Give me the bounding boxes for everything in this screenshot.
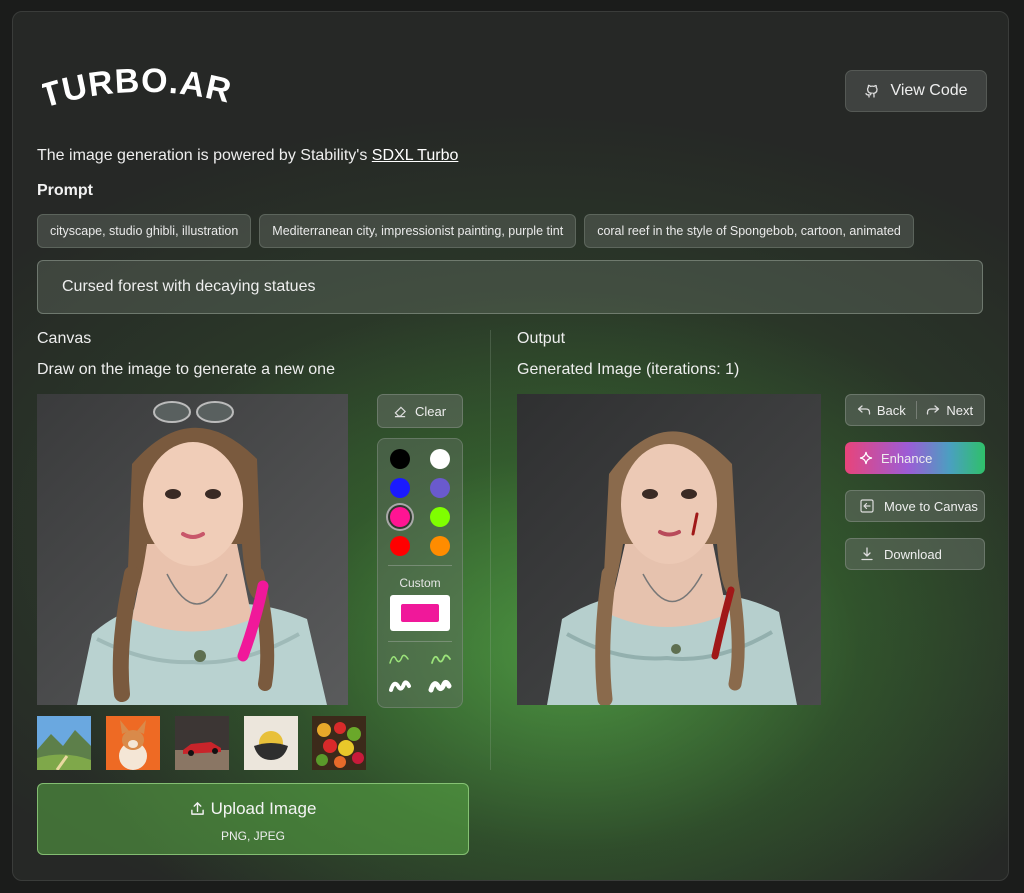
download-icon	[860, 547, 874, 561]
sample-thumbnail-fruit[interactable]	[312, 716, 366, 770]
upload-formats: PNG, JPEG	[220, 829, 285, 843]
svg-text:TURBO.ART: TURBO.ART	[42, 64, 235, 116]
palette-divider	[388, 641, 452, 642]
next-label: Next	[946, 402, 974, 418]
prompt-label: Prompt	[37, 182, 93, 199]
enhance-button[interactable]: Enhance	[845, 442, 985, 474]
color-swatch-white[interactable]	[430, 449, 450, 469]
thin-brush-icon[interactable]	[388, 651, 410, 672]
sample-thumbnail-landscape[interactable]	[37, 716, 91, 770]
sdxl-turbo-link[interactable]: SDXL Turbo	[372, 147, 459, 164]
thick-brush-icon[interactable]	[388, 677, 412, 700]
color-swatch-lime[interactable]	[430, 507, 450, 527]
prompt-suggestion-chip[interactable]: Mediterranean city, impressionist painti…	[259, 214, 577, 248]
color-swatch-slate[interactable]	[430, 478, 450, 498]
back-button[interactable]: Back	[857, 403, 906, 418]
thin-brush-alt-icon[interactable]	[430, 651, 452, 672]
sparkle-icon	[859, 451, 873, 465]
sample-thumbnail-abstract-sun[interactable]	[244, 716, 298, 770]
view-code-button[interactable]: View Code	[845, 70, 987, 112]
undo-icon	[857, 404, 871, 416]
redo-icon	[926, 404, 940, 416]
download-label: Download	[884, 546, 942, 562]
prompt-suggestions: cityscape, studio ghibli, illustration M…	[37, 214, 914, 248]
github-icon	[864, 83, 880, 99]
back-next-separator	[915, 401, 917, 419]
upload-icon	[190, 801, 205, 816]
canvas-title: Canvas	[37, 330, 92, 347]
generated-image	[517, 394, 821, 705]
custom-color-preview	[401, 604, 439, 622]
move-to-canvas-label: Move to Canvas	[884, 498, 978, 514]
view-code-label: View Code	[890, 82, 968, 99]
color-swatch-black[interactable]	[390, 449, 410, 469]
download-button[interactable]: Download	[845, 538, 985, 570]
prompt-suggestion-chip[interactable]: coral reef in the style of Spongebob, ca…	[584, 214, 914, 248]
move-to-canvas-icon	[860, 499, 874, 513]
powered-by-prefix: The image generation is powered by Stabi…	[37, 147, 372, 164]
drawing-canvas[interactable]	[37, 394, 348, 705]
clear-label: Clear	[414, 403, 447, 419]
color-swatch-blue[interactable]	[390, 478, 410, 498]
prompt-suggestion-chip[interactable]: cityscape, studio ghibli, illustration	[37, 214, 252, 248]
powered-by-text: The image generation is powered by Stabi…	[37, 147, 458, 165]
thick-brush-alt-icon[interactable]	[428, 677, 452, 700]
palette-divider	[388, 565, 452, 566]
output-title: Output	[517, 330, 566, 347]
color-swatch-orange[interactable]	[430, 536, 450, 556]
sample-thumbnail-dog[interactable]	[106, 716, 160, 770]
canvas-subtitle: Draw on the image to generate a new one	[37, 361, 335, 378]
back-label: Back	[876, 402, 906, 418]
next-button[interactable]: Next	[926, 403, 973, 418]
move-to-canvas-button[interactable]: Move to Canvas	[845, 490, 985, 522]
upload-image-button[interactable]: Upload Image PNG, JPEG	[37, 783, 469, 855]
app-window: TURBO.ART View Code The image generation…	[12, 11, 1009, 881]
column-divider	[490, 330, 491, 770]
upload-main: Upload Image	[38, 799, 468, 819]
color-swatch-red[interactable]	[390, 536, 410, 556]
eraser-icon	[394, 405, 407, 418]
clear-button[interactable]: Clear	[377, 394, 463, 428]
prompt-input[interactable]: Cursed forest with decaying statues	[37, 260, 983, 314]
output-subtitle: Generated Image (iterations: 1)	[517, 361, 740, 378]
color-swatch-pink[interactable]	[390, 507, 410, 527]
sample-thumbnail-car[interactable]	[175, 716, 229, 770]
turbo-art-logo: TURBO.ART	[42, 64, 242, 120]
upload-label: Upload Image	[210, 799, 317, 818]
history-navigation: Back Next	[845, 394, 985, 426]
custom-color-picker[interactable]	[390, 595, 450, 631]
custom-color-label: Custom	[399, 576, 441, 590]
color-palette: Custom	[377, 438, 463, 708]
enhance-label: Enhance	[881, 450, 933, 466]
